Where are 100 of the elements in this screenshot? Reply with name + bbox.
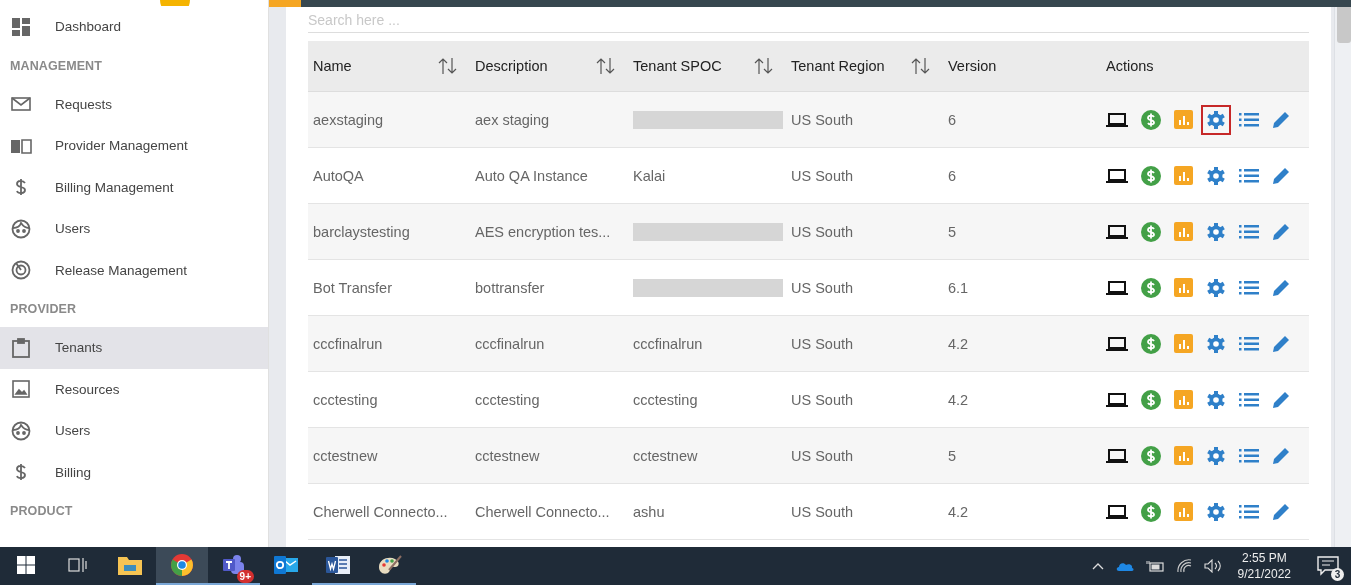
list-icon[interactable] — [1239, 336, 1259, 351]
table-cell: cctestnew — [633, 447, 698, 464]
column-header: Tenant SPOC — [633, 58, 722, 74]
cloud-icon[interactable] — [1115, 561, 1134, 571]
dollar-icon[interactable] — [1141, 277, 1161, 298]
column-header: Version — [948, 58, 997, 74]
list-icon[interactable] — [1239, 224, 1259, 239]
table-cell: Kalai — [633, 167, 666, 184]
table-cell: AES encryption tes... — [475, 223, 611, 240]
edit-icon[interactable] — [1272, 166, 1291, 185]
list-icon[interactable] — [1239, 168, 1259, 183]
task-view-icon — [68, 557, 88, 573]
mail-app-icon — [274, 555, 298, 575]
caret-icon[interactable] — [1091, 562, 1104, 570]
section-header: PRODUCT — [9, 503, 74, 520]
scrollbar[interactable] — [1334, 7, 1351, 547]
sidebar-item[interactable]: Billing — [0, 451, 268, 493]
date-text: 9/21/2022 — [1237, 566, 1291, 582]
settings-icon — [1206, 389, 1226, 410]
sidebar-item[interactable]: Resources — [0, 368, 268, 410]
table-cell: aex staging — [475, 111, 550, 128]
settings-icon — [1206, 165, 1226, 186]
table-cell: 6 — [948, 167, 957, 184]
dollar-icon[interactable] — [1141, 501, 1161, 522]
sidebar-item[interactable]: Release Management — [0, 249, 268, 291]
sidebar-item[interactable]: Users — [0, 410, 268, 452]
dollar-icon[interactable] — [1141, 221, 1161, 242]
dollar-icon[interactable] — [1141, 109, 1161, 130]
sort-icon[interactable] — [754, 57, 774, 75]
clock[interactable]: 2:55 PM 9/21/2022 — [1237, 550, 1291, 582]
section-header: MANAGEMENT — [9, 57, 103, 75]
laptop-icon[interactable] — [1106, 224, 1128, 239]
dollar-icon[interactable] — [1141, 333, 1161, 354]
table-cell: US South — [791, 223, 854, 240]
table-cell: US South — [791, 447, 854, 464]
settings-icon — [1206, 501, 1226, 522]
list-icon[interactable] — [1239, 392, 1259, 407]
edit-icon[interactable] — [1272, 502, 1291, 521]
edit-icon[interactable] — [1272, 110, 1291, 129]
dashboard-icon — [10, 15, 32, 38]
notification-badge: 9+ — [236, 570, 254, 583]
table-cell: Cherwell Connecto... — [475, 503, 610, 520]
table-cell: 5 — [948, 223, 957, 240]
notification-count: 3 — [1331, 568, 1344, 581]
table-cell: Cherwell Connecto... — [313, 503, 448, 520]
edit-icon[interactable] — [1272, 222, 1291, 241]
table-cell: ashu — [633, 503, 665, 520]
edit-icon[interactable] — [1272, 278, 1291, 297]
notification-icon[interactable] — [1317, 556, 1339, 576]
dollar-icon[interactable] — [1141, 165, 1161, 186]
sidebar-item[interactable]: Users — [0, 208, 268, 250]
dollar-icon[interactable] — [1141, 389, 1161, 410]
time-text: 2:55 PM — [1241, 550, 1287, 566]
laptop-icon[interactable] — [1106, 112, 1128, 127]
table-cell: cctestnew — [475, 447, 540, 464]
edit-icon[interactable] — [1272, 390, 1291, 409]
sort-icon[interactable] — [596, 57, 616, 75]
laptop-icon[interactable] — [1106, 336, 1128, 351]
edit-icon[interactable] — [1272, 446, 1291, 465]
table-cell: 4.2 — [948, 335, 969, 352]
table-cell: cccfinalrun — [633, 335, 703, 352]
table-cell: Auto QA Instance — [475, 167, 588, 184]
volume-icon[interactable] — [1203, 559, 1222, 573]
sidebar-item[interactable]: Dashboard — [0, 6, 268, 48]
table-cell: 5 — [948, 447, 957, 464]
laptop-icon[interactable] — [1106, 504, 1128, 519]
sidebar-item[interactable]: Requests — [0, 83, 268, 125]
face-icon — [10, 419, 32, 442]
list-icon[interactable] — [1239, 112, 1259, 127]
wifi-icon[interactable] — [1175, 559, 1192, 573]
logo-icon — [160, 0, 190, 6]
sidebar-item[interactable]: Billing Management — [0, 166, 268, 208]
sort-icon[interactable] — [438, 57, 458, 75]
settings-icon — [1206, 445, 1226, 466]
dollar-icon[interactable] — [1141, 445, 1161, 466]
column-header: Name — [313, 58, 352, 74]
settings-icon — [1206, 333, 1226, 354]
table-cell: cccfinalrun — [313, 335, 383, 352]
battery-icon[interactable] — [1145, 560, 1164, 572]
table-cell: ccctesting — [313, 391, 378, 408]
table-cell: cctestnew — [313, 447, 378, 464]
laptop-icon[interactable] — [1106, 392, 1128, 407]
list-icon[interactable] — [1239, 448, 1259, 463]
laptop-icon[interactable] — [1106, 168, 1128, 183]
sort-icon[interactable] — [911, 57, 931, 75]
list-icon[interactable] — [1239, 504, 1259, 519]
table-cell: barclaystesting — [313, 223, 410, 240]
laptop-icon[interactable] — [1106, 448, 1128, 463]
edit-icon[interactable] — [1272, 334, 1291, 353]
table-cell: US South — [791, 391, 854, 408]
list-icon[interactable] — [1239, 280, 1259, 295]
taskbar-button[interactable]: 9+ — [208, 547, 260, 585]
table-cell: ccctesting — [633, 391, 698, 408]
sidebar-item[interactable]: Tenants — [0, 327, 268, 369]
table-cell: US South — [791, 279, 854, 296]
settings-icon — [1206, 221, 1226, 242]
table-cell: 6.1 — [948, 279, 969, 296]
sidebar-item[interactable]: Provider Management — [0, 125, 268, 167]
settings-button[interactable] — [1201, 104, 1231, 135]
laptop-icon[interactable] — [1106, 280, 1128, 295]
